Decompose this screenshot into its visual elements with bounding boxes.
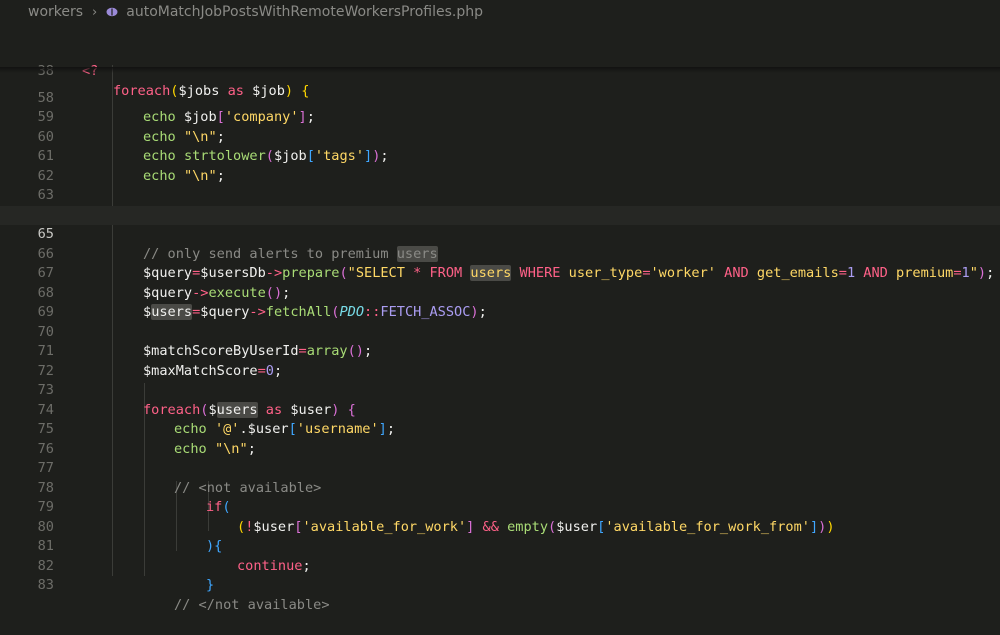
code-line[interactable]: 64	[0, 186, 1000, 223]
code-line[interactable]: 62	[0, 147, 1000, 184]
code-line[interactable]: 66 $query=$usersDb->prepare("SELECT * FR…	[0, 225, 1000, 281]
chevron-right-icon: ›	[92, 4, 98, 20]
php-file-icon	[106, 7, 118, 17]
code-line[interactable]: 73 foreach($users as $user) {	[0, 362, 1000, 418]
code-line[interactable]: 60 echo strtolower($job['tags']);	[0, 108, 1000, 165]
code-line[interactable]: 38 foreach($jobs as $job) {	[0, 42, 1000, 99]
code-line-current[interactable]: 65 // only send alerts to premium users	[0, 205, 1000, 262]
code-line[interactable]: 71 $maxMatchScore=0;	[0, 323, 1000, 379]
breadcrumb-file[interactable]: autoMatchJobPostsWithRemoteWorkersProfil…	[126, 4, 483, 20]
code-line[interactable]: 70 $matchScoreByUserId=array();	[0, 303, 1000, 360]
code-line[interactable]: 68 $users=$query->fetchAll(PDO::FETCH_AS…	[0, 264, 1000, 320]
code-text: }	[206, 577, 215, 593]
code-line[interactable]: 59 echo "\n";	[0, 89, 1000, 145]
code-line[interactable]: 69	[0, 284, 1000, 320]
code-comment: // </not available>	[174, 596, 330, 613]
code-line[interactable]: 78 if(	[0, 459, 1000, 516]
code-line[interactable]: 58 echo $job['company'];	[0, 69, 1000, 126]
code-line[interactable]: 67 $query->execute();	[0, 245, 1000, 301]
breadcrumb: workers › autoMatchJobPostsWithRemoteWor…	[0, 0, 1000, 24]
code-editor[interactable]: 1 <? 38 foreach($jobs as $job) { 58 echo…	[0, 23, 1000, 613]
code-line[interactable]: 80 ){	[0, 498, 1000, 555]
code-line[interactable]: 76	[0, 420, 1000, 457]
code-line[interactable]: 75 echo "\n";	[0, 401, 1000, 457]
code-line[interactable]: 63 $jobTags=json_decode(strtolower($job[…	[0, 167, 1000, 223]
code-line[interactable]: 79 (!$user['available_for_work'] && empt…	[0, 479, 1000, 535]
code-line[interactable]: 74 echo '@'.$user['username'];	[0, 381, 1000, 438]
breadcrumb-folder[interactable]: workers	[28, 4, 83, 20]
code-line[interactable]: 81 continue;	[0, 518, 1000, 574]
line-number: 83	[37, 577, 54, 593]
code-line[interactable]: 72	[0, 342, 1000, 379]
code-line[interactable]: 61 echo "\n";	[0, 128, 1000, 184]
code-line[interactable]: 77 // <not available>	[0, 440, 1000, 496]
code-line[interactable]: 82 }	[0, 537, 1000, 594]
code-line[interactable]: 1 <?	[0, 23, 1000, 79]
code-line[interactable]: 83 // </not available>	[0, 557, 1000, 613]
